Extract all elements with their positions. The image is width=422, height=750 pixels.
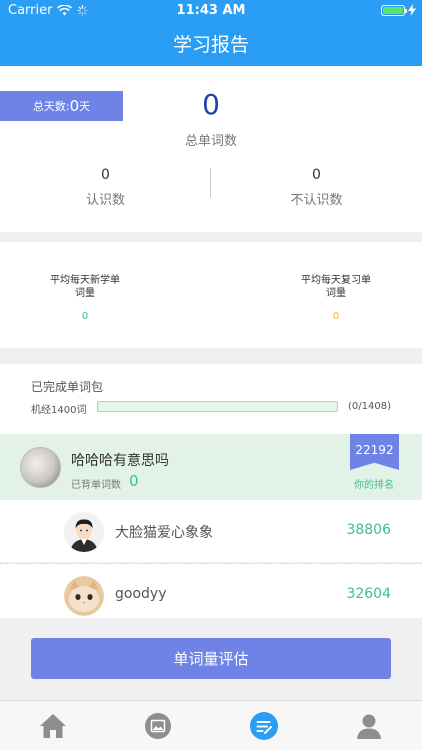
my-rank: 22192 (355, 443, 394, 457)
averages-card: 平均每天新学单词量 0 平均每天复习单词量 0 (0, 242, 422, 348)
cat-avatar-icon (64, 576, 104, 616)
leaderboard-row[interactable]: 大脸猫爱心象象 38806 (0, 500, 422, 562)
my-count: 0 (129, 472, 139, 490)
app-header: Carrier 11:43 AM 学习报告 (0, 0, 422, 66)
status-bar: Carrier 11:43 AM (0, 0, 422, 22)
unknown-count: 0 (312, 167, 321, 183)
leaderboard-count: 32604 (346, 586, 391, 602)
tab-report[interactable] (249, 711, 279, 741)
total-words-label: 总单词数 (184, 134, 237, 149)
my-rank-row[interactable]: 哈哈哈有意思吗 已背单词数 0 22192 你的排名 (0, 434, 422, 500)
page-title: 学习报告 (172, 34, 249, 56)
package-progress-bar (97, 401, 338, 412)
charging-icon (408, 4, 416, 16)
avg-review-value: 0 (332, 311, 340, 322)
my-rank-label: 你的排名 (354, 480, 394, 491)
leaderboard-row[interactable]: goodyy 32604 (0, 564, 422, 626)
cartoon-man-avatar-icon (64, 512, 104, 552)
tab-bar (0, 700, 422, 750)
tab-pictures[interactable] (143, 711, 173, 741)
battery-icon (381, 4, 407, 16)
vocab-assessment-button[interactable]: 单词量评估 (31, 638, 391, 679)
package-count: (0/1408) (348, 401, 391, 412)
my-username: 哈哈哈有意思吗 (71, 453, 169, 469)
tab-home[interactable] (38, 711, 68, 741)
avg-review-label: 平均每天复习单词量 (301, 275, 371, 299)
bottom-action-area: 单词量评估 (0, 618, 422, 700)
leaderboard-username: 大脸猫爱心象象 (115, 525, 213, 541)
avg-new-label: 平均每天新学单词量 (50, 275, 120, 299)
home-icon (40, 714, 66, 738)
report-icon (250, 712, 278, 740)
avg-new-block: 平均每天新学单词量 0 (47, 274, 123, 323)
leaderboard-username: goodyy (115, 586, 167, 602)
leaderboard-count: 38806 (346, 522, 391, 538)
picture-icon (145, 713, 171, 739)
status-time: 11:43 AM (176, 3, 246, 18)
total-words-count: 0 (202, 88, 220, 121)
rank-badge: 22192 (350, 434, 399, 470)
unknown-label: 不认识数 (290, 193, 343, 208)
known-label: 认识数 (85, 193, 125, 208)
avatar (20, 447, 61, 488)
my-count-label: 已背单词数 (71, 480, 121, 491)
profile-icon (357, 714, 381, 739)
known-count: 0 (101, 167, 110, 183)
tab-profile[interactable] (354, 711, 384, 741)
avg-review-block: 平均每天复习单词量 0 (298, 274, 374, 323)
status-bar-right (381, 4, 416, 16)
avg-new-value: 0 (81, 311, 89, 322)
completed-packages-card: 已完成单词包 机经1400词 (0/1408) (0, 364, 422, 434)
stats-card: 总天数: 0 天 0 总单词数 0 认识数 0 不认识数 (0, 66, 422, 232)
package-name: 机经1400词 (31, 405, 87, 416)
packages-title: 已完成单词包 (31, 380, 104, 394)
